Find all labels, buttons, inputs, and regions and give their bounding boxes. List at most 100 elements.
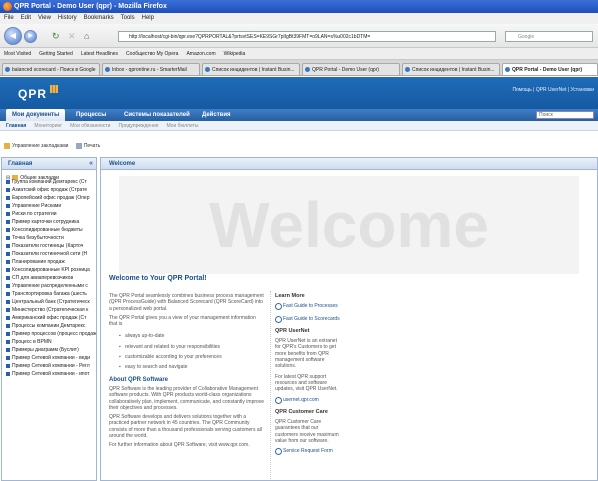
list-item[interactable]: Управление распределенными с: [2, 282, 96, 290]
tree-root[interactable]: ⊟ Общие закладки: [2, 170, 96, 181]
url-field[interactable]: http://localhost/cgi-bin/qpr.exe?QPRPORT…: [118, 31, 496, 42]
list-item[interactable]: Точка безубыточности: [2, 234, 96, 242]
page-icon: [405, 67, 410, 72]
nav-my-documents[interactable]: Мои документы: [6, 109, 66, 121]
scorecard-icon: [6, 340, 10, 344]
list-item[interactable]: Транспортировка багажа (шесть: [2, 290, 96, 298]
usernet-heading: QPR UserNet: [275, 327, 310, 334]
bookmark-getting-started[interactable]: Getting Started: [39, 51, 73, 57]
home-pane: Главная « ⊟ Общие закладки Группа компани…: [1, 157, 97, 481]
collapse-icon[interactable]: «: [89, 158, 93, 170]
list-item[interactable]: Пример Сетевой компании - веди: [2, 354, 96, 362]
benefits-list: always up-to-date relevant and related t…: [119, 333, 265, 370]
forward-button[interactable]: ▶: [24, 30, 37, 43]
scorecard-icon: [6, 308, 10, 312]
scorecard-icon: [6, 316, 10, 320]
list-item[interactable]: Консолидированные бюджеты: [2, 226, 96, 234]
fast-guide-scorecards-link[interactable]: Fast Guide to Scorecards: [275, 315, 340, 323]
bookmark-wikipedia[interactable]: Wikipedia: [224, 51, 246, 57]
list-item-label: Примеры диаграмм (Буслит): [12, 347, 79, 353]
intro-paragraph-2: The QPR Portal gives you a view of your …: [109, 314, 256, 328]
window-title-bar: QPR Portal - Demo User (qpr) - Mozilla F…: [0, 0, 598, 13]
list-item-label: Американский офис продаж (Ст: [12, 315, 87, 321]
menu-bookmarks[interactable]: Bookmarks: [84, 15, 114, 21]
list-item[interactable]: Процесс в BPMN: [2, 338, 96, 346]
scorecard-icon: [6, 276, 10, 280]
menu-tools[interactable]: Tools: [121, 15, 135, 21]
list-item-label: Консолидированные бюджеты: [12, 227, 83, 233]
search-field[interactable]: Google: [505, 31, 593, 42]
scorecard-icon: [6, 268, 10, 272]
list-item[interactable]: Министерство (Стратегическая к: [2, 306, 96, 314]
list-item[interactable]: Показатели гостиничной сети (Н: [2, 250, 96, 258]
list-item-label: Управление Рисками: [12, 203, 62, 209]
manage-bookmarks-button[interactable]: Управление закладками: [4, 142, 68, 149]
tab-incidents-2[interactable]: Список инцидентов | Instant Busin...: [402, 63, 500, 75]
tab-label: balanced scorecard - Поиск в Google: [12, 67, 96, 73]
list-item[interactable]: Пример карточки сотрудника: [2, 218, 96, 226]
list-item[interactable]: Управление Рисками: [2, 202, 96, 210]
list-item[interactable]: Пример Сетевой компании - Регл: [2, 362, 96, 370]
subnav-responsibilities[interactable]: Мои обязанности: [70, 123, 110, 129]
tab-qpr-portal-active[interactable]: QPR Portal - Demo User (qpr): [502, 63, 598, 75]
tab-label: Список инцидентов | Instant Busin...: [412, 67, 495, 73]
header-links[interactable]: Помощь | QPR UserNet | Установки: [512, 87, 594, 93]
usernet-link[interactable]: usernet.qpr.com: [275, 396, 340, 404]
list-item-label: СП для авиаперевозчиков: [12, 275, 74, 281]
reload-icon[interactable]: ↻: [52, 31, 62, 41]
list-item[interactable]: Консолидированные KPI розница: [2, 266, 96, 274]
scorecard-icon: [6, 348, 10, 352]
menu-view[interactable]: View: [38, 15, 51, 21]
list-item[interactable]: СП для авиаперевозчиков: [2, 274, 96, 282]
subnav-monitoring[interactable]: Мониторинг: [34, 123, 62, 129]
stop-icon[interactable]: ✕: [68, 31, 78, 41]
list-item[interactable]: Центральный банк (Стратегическ: [2, 298, 96, 306]
back-button[interactable]: ◀: [4, 27, 22, 45]
list-item[interactable]: Пример процессов (процесс продаж: [2, 330, 96, 338]
bookmark-my-opera[interactable]: Сообщество My Opera: [126, 51, 178, 57]
qpr-search-input[interactable]: Поиск: [536, 111, 594, 119]
print-button[interactable]: Печать: [75, 142, 100, 149]
menu-edit[interactable]: Edit: [21, 15, 31, 21]
tab-label: QPR Portal - Demo User (qpr): [512, 67, 583, 73]
subnav-bulletins[interactable]: Мои бюллеты: [166, 123, 198, 129]
list-item[interactable]: Риски по стратегии: [2, 210, 96, 218]
tab-google-search[interactable]: balanced scorecard - Поиск в Google: [2, 63, 100, 75]
service-request-link[interactable]: Service Request Form: [275, 448, 340, 456]
list-item[interactable]: Европейский офис продаж (Опер: [2, 194, 96, 202]
list-item[interactable]: Процессы компании Демтарекс: [2, 322, 96, 330]
subnav-alerts[interactable]: Предупреждения: [118, 123, 158, 129]
nav-actions[interactable]: Действия: [196, 109, 237, 121]
list-item-label: Процессы компании Демтарекс: [12, 323, 86, 329]
list-item: easy to search and navigate: [119, 364, 265, 371]
list-item[interactable]: Американский офис продаж (Ст: [2, 314, 96, 322]
about-paragraph-3[interactable]: For further information about QPR Softwa…: [109, 442, 265, 448]
subnav-home[interactable]: Главная: [6, 123, 26, 129]
scorecard-icon: [6, 220, 10, 224]
list-item[interactable]: Показатели гостиницы (Карточ: [2, 242, 96, 250]
menu-file[interactable]: File: [4, 15, 14, 21]
fast-guide-processes-link[interactable]: Fast Guide to Processes: [275, 303, 340, 311]
tab-inbox[interactable]: Inbox - qprontine.ru - SmarterMail: [102, 63, 200, 75]
list-item[interactable]: Примеры диаграмм (Буслит): [2, 346, 96, 354]
list-item[interactable]: Пример Сетевой компании - ипот: [2, 370, 96, 378]
bookmark-latest-headlines[interactable]: Latest Headlines: [81, 51, 118, 57]
bookmark-list: Группа компаний Демтарекс (Ст Азиатский о…: [2, 178, 96, 378]
window-title: QPR Portal - Demo User (qpr) - Mozilla F…: [14, 3, 167, 10]
menu-history[interactable]: History: [58, 15, 77, 21]
qpr-logo[interactable]: QPR: [18, 85, 58, 101]
main-navigation: Мои документы Процессы Системы показател…: [0, 109, 598, 121]
home-icon[interactable]: ⌂: [84, 31, 94, 41]
tab-qpr-portal[interactable]: QPR Portal - Demo User (qpr): [302, 63, 400, 75]
bookmark-amazon[interactable]: Amazon.com: [186, 51, 215, 57]
list-item[interactable]: Планирование продаж: [2, 258, 96, 266]
scorecard-icon: [6, 252, 10, 256]
menu-help[interactable]: Help: [142, 15, 154, 21]
list-item[interactable]: Азиатский офис продаж (Страте: [2, 186, 96, 194]
list-item-label: Консолидированные KPI розница: [12, 267, 90, 273]
bookmark-most-visited[interactable]: Most Visited: [4, 51, 31, 57]
nav-processes[interactable]: Процессы: [70, 109, 112, 121]
tab-incidents[interactable]: Список инцидентов | Instant Busin...: [202, 63, 300, 75]
list-item[interactable]: Группа компаний Демтарекс (Ст: [2, 178, 96, 186]
nav-scorecards[interactable]: Системы показателей: [118, 109, 196, 121]
